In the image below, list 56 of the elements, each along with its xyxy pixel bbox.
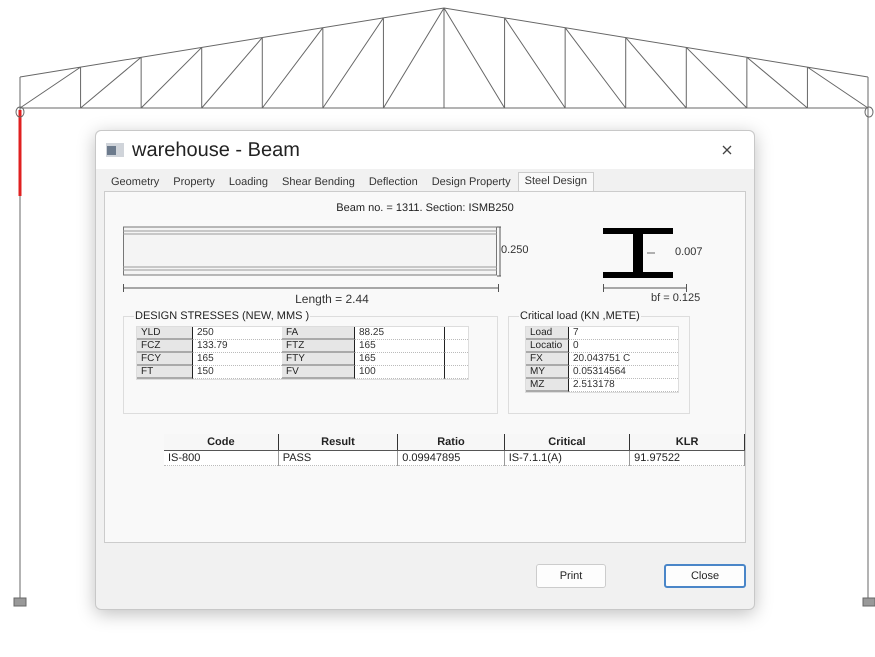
table-cell bbox=[444, 366, 468, 379]
table-cell: IS-800 bbox=[164, 450, 278, 466]
table-cell: PASS bbox=[278, 450, 398, 466]
i-section-drawing bbox=[603, 226, 675, 280]
row-header: FCY bbox=[137, 353, 192, 366]
window-icon bbox=[106, 143, 124, 157]
table-cell: 165 bbox=[354, 340, 444, 353]
table-cell: 2.513178 bbox=[568, 379, 678, 392]
length-label: Length = 2.44 bbox=[295, 292, 369, 306]
column-header: KLR bbox=[630, 434, 744, 450]
table-cell bbox=[444, 340, 468, 353]
tab[interactable]: Geometry bbox=[104, 173, 166, 191]
tab[interactable]: Deflection bbox=[362, 173, 425, 191]
table-cell: 100 bbox=[354, 366, 444, 379]
column-header: Result bbox=[278, 434, 398, 450]
close-icon[interactable] bbox=[722, 145, 732, 155]
dialog-button[interactable]: Close bbox=[664, 564, 746, 588]
table-cell: IS-7.1.1(A) bbox=[504, 450, 630, 466]
column-header: Ratio bbox=[398, 434, 504, 450]
table-cell: 0.05314564 bbox=[568, 366, 678, 379]
tab[interactable]: Steel Design bbox=[518, 172, 594, 192]
table-cell bbox=[444, 353, 468, 366]
table-cell: 20.043751 C bbox=[568, 353, 678, 366]
table-cell: 0 bbox=[568, 340, 678, 353]
tab[interactable]: Loading bbox=[222, 173, 276, 191]
window-title: warehouse - Beam bbox=[132, 138, 301, 162]
row-header: FT bbox=[137, 366, 192, 379]
row-header: FTY bbox=[282, 353, 354, 366]
row-header: FX bbox=[526, 353, 568, 366]
group-title: DESIGN STRESSES (NEW, MMS ) bbox=[134, 310, 310, 322]
tab[interactable]: Property bbox=[166, 173, 222, 191]
table-cell bbox=[444, 327, 468, 340]
tab[interactable]: Shear Bending bbox=[275, 173, 362, 191]
beam-info: Beam no. = 1311. Section: ISMB250 bbox=[335, 202, 515, 216]
tab[interactable]: Design Property bbox=[424, 173, 518, 191]
row-header: FV bbox=[282, 366, 354, 379]
row-header: FA bbox=[282, 327, 354, 340]
table-cell: 91.97522 bbox=[630, 450, 744, 466]
flange-width-label: bf = 0.125 bbox=[651, 292, 702, 304]
table-cell: 0.09947895 bbox=[398, 450, 504, 466]
dialog-button[interactable]: Print bbox=[536, 564, 606, 588]
thickness-label: 0.007 bbox=[675, 246, 704, 258]
column-header: Code bbox=[164, 434, 278, 450]
row-header: Locatio bbox=[526, 340, 568, 353]
depth-label: 0.250 bbox=[501, 244, 530, 256]
row-header: Load bbox=[526, 327, 568, 340]
table-cell: 165 bbox=[354, 353, 444, 366]
row-header: MZ bbox=[526, 379, 568, 392]
row-header: FCZ bbox=[137, 340, 192, 353]
table-cell: 7 bbox=[568, 327, 678, 340]
row-header: MY bbox=[526, 366, 568, 379]
row-header: YLD bbox=[137, 327, 192, 340]
group-title: Critical load (KN ,METE) bbox=[519, 310, 641, 322]
row-header: FTZ bbox=[282, 340, 354, 353]
column-header: Critical bbox=[504, 434, 630, 450]
table-cell: 88.25 bbox=[354, 327, 444, 340]
